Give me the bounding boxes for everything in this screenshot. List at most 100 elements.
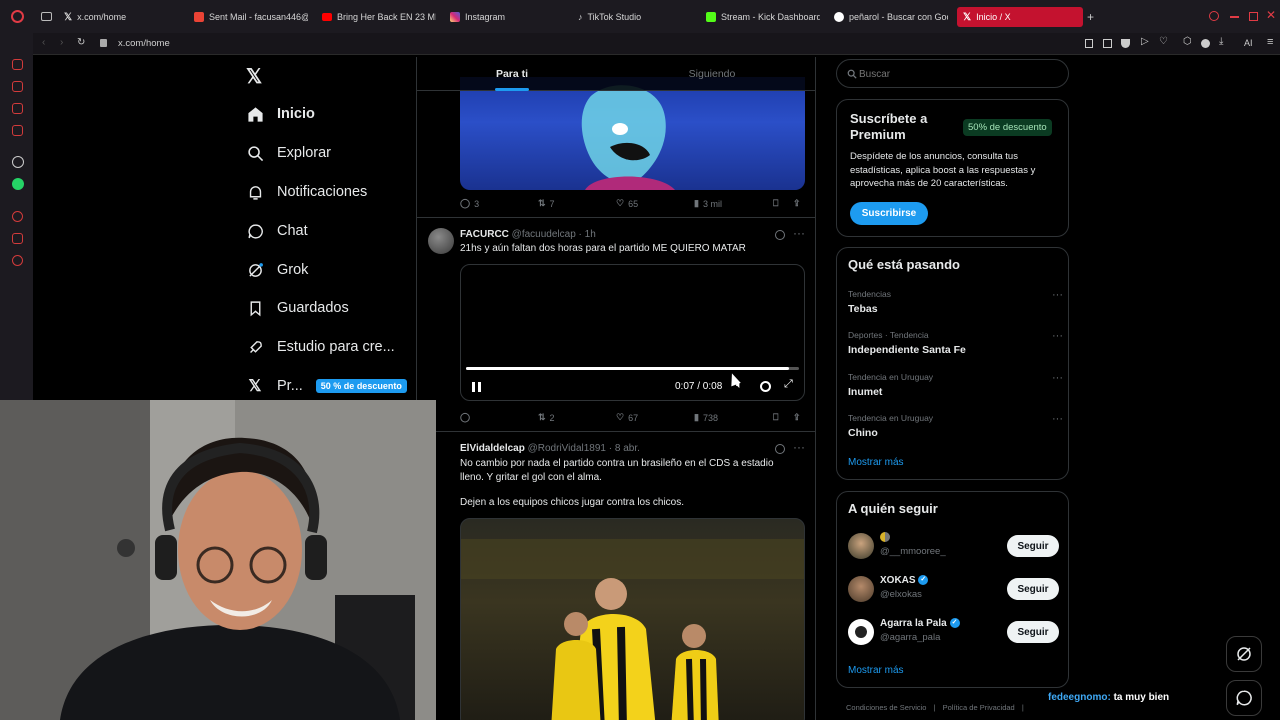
search-input[interactable]: [859, 66, 1059, 82]
pin-icon[interactable]: [1085, 39, 1093, 48]
share-button[interactable]: ⇪: [793, 198, 801, 209]
nav-premium[interactable]: 𝕏 Pr... 50 % de descuento: [246, 371, 407, 401]
share-button[interactable]: ⇪: [793, 412, 801, 423]
grok-explain-icon[interactable]: [775, 444, 785, 454]
nav-chat[interactable]: Chat: [246, 216, 308, 246]
bag-icon[interactable]: [12, 81, 23, 92]
play-icon[interactable]: ▷: [1141, 36, 1149, 47]
tab-tiktok[interactable]: ♪ TikTok Studio: [578, 7, 688, 27]
tab-instagram[interactable]: Instagram: [450, 7, 560, 27]
history-icon[interactable]: [12, 211, 23, 222]
follow-button[interactable]: Seguir: [1007, 621, 1059, 643]
bookmark-button[interactable]: ⎕: [773, 412, 778, 423]
more-options-icon[interactable]: ···: [793, 226, 805, 240]
post-media-image[interactable]: [460, 518, 805, 720]
more-options-icon[interactable]: ···: [1052, 330, 1063, 342]
nav-guardados[interactable]: Guardados: [246, 293, 349, 323]
show-more-link[interactable]: Mostrar más: [848, 457, 904, 468]
search-tabs-icon[interactable]: [1209, 11, 1219, 21]
subscribe-button[interactable]: Suscribirse: [850, 202, 928, 225]
avatar[interactable]: [848, 576, 874, 602]
tab-siguiendo[interactable]: Siguiendo: [617, 57, 807, 91]
author-name[interactable]: FACURCC: [460, 229, 509, 240]
tab-x-home[interactable]: 𝕏 x.com/home: [64, 7, 184, 27]
repost-button[interactable]: ⇅ 2: [538, 412, 555, 423]
settings-gear-icon[interactable]: [760, 381, 771, 392]
grok-explain-icon[interactable]: [775, 230, 785, 240]
nav-grok[interactable]: Grok: [246, 255, 308, 285]
post-time[interactable]: · 8 abr.: [609, 443, 640, 454]
follow-suggestion[interactable]: @__mmooree_ Seguir: [848, 530, 1063, 560]
more-options-icon[interactable]: ···: [793, 440, 805, 454]
post-media-image[interactable]: [460, 77, 805, 190]
privacy-link[interactable]: Política de Privacidad: [943, 703, 1015, 712]
chatgpt-icon[interactable]: [12, 156, 24, 168]
more-options-icon[interactable]: ···: [1052, 413, 1063, 425]
reply-button[interactable]: ◯: [460, 412, 474, 423]
terms-link[interactable]: Condiciones de Servicio: [846, 703, 926, 712]
heart-icon[interactable]: ♡: [1159, 36, 1168, 47]
follow-suggestion[interactable]: Agarra la Pala ✓ @agarra_pala Seguir: [848, 616, 1063, 646]
tab-kick[interactable]: Stream - Kick Dashboard: [706, 7, 820, 27]
video-progress-track[interactable]: [466, 367, 799, 370]
aria-icon[interactable]: [12, 59, 23, 70]
minimize-button[interactable]: [1230, 16, 1239, 18]
author-name[interactable]: ElVidaldelcap: [460, 443, 525, 454]
ai-button[interactable]: AI: [1244, 38, 1253, 48]
trend-item[interactable]: Deportes · Tendencia Independiente Santa…: [848, 330, 1063, 356]
x-logo-icon[interactable]: 𝕏: [246, 64, 262, 89]
nav-notificaciones[interactable]: Notificaciones: [246, 177, 367, 207]
author-handle[interactable]: @RodriVidal1891: [528, 443, 606, 454]
profile-icon[interactable]: [1201, 39, 1210, 48]
back-icon[interactable]: ‹: [42, 37, 45, 48]
avatar[interactable]: [848, 533, 874, 559]
whatsapp-icon[interactable]: [12, 178, 24, 190]
tab-google[interactable]: peñarol - Buscar con Goo: [834, 7, 948, 27]
more-options-icon[interactable]: ···: [1052, 289, 1063, 301]
reply-button[interactable]: ◯ 3: [460, 198, 479, 209]
search-box[interactable]: [836, 59, 1069, 88]
snapshot-icon[interactable]: [1103, 39, 1112, 48]
views-button[interactable]: ▮ 738: [694, 412, 718, 423]
repost-button[interactable]: ⇅ 7: [538, 198, 555, 209]
pause-icon[interactable]: [472, 382, 481, 392]
grok-floating-button[interactable]: [1226, 636, 1262, 672]
tab-para-ti[interactable]: Para ti: [417, 57, 607, 91]
nav-explorar[interactable]: Explorar: [246, 138, 331, 168]
close-window-button[interactable]: ✕: [1266, 8, 1276, 22]
fullscreen-icon[interactable]: ⤢: [784, 378, 793, 391]
settings-icon[interactable]: [12, 255, 23, 266]
menu-icon[interactable]: ≡: [1267, 36, 1273, 48]
url-field[interactable]: x.com/home: [118, 38, 170, 49]
forward-icon[interactable]: ›: [60, 37, 63, 48]
opera-logo-icon[interactable]: [11, 10, 24, 23]
trend-item[interactable]: Tendencias Tebas ···: [848, 289, 1063, 315]
show-more-link[interactable]: Mostrar más: [848, 665, 904, 676]
follow-suggestion[interactable]: XOKAS ✓ @elxokas Seguir: [848, 573, 1063, 603]
maximize-button[interactable]: [1249, 12, 1258, 21]
reload-icon[interactable]: ↻: [77, 37, 85, 48]
follow-button[interactable]: Seguir: [1007, 578, 1059, 600]
like-button[interactable]: ♡ 67: [616, 412, 638, 423]
download-icon[interactable]: ⤓: [1219, 36, 1223, 47]
calendar-icon[interactable]: [12, 125, 23, 136]
workspaces-icon[interactable]: [41, 12, 52, 21]
shield-icon[interactable]: [1121, 39, 1130, 48]
extensions-sidebar-icon[interactable]: [12, 233, 23, 244]
new-tab-button[interactable]: +: [1087, 10, 1094, 24]
trend-item[interactable]: Tendencia en Uruguay Chino ···: [848, 413, 1063, 439]
messages-floating-button[interactable]: [1226, 680, 1262, 716]
more-options-icon[interactable]: ···: [1052, 372, 1063, 384]
views-button[interactable]: ▮ 3 mil: [694, 198, 722, 209]
post-time[interactable]: · 1h: [579, 229, 596, 240]
avatar[interactable]: [428, 228, 454, 254]
trend-item[interactable]: Tendencia en Uruguay Inumet ···: [848, 372, 1063, 398]
tab-inicio-x[interactable]: 𝕏 Inicio / X: [957, 7, 1083, 27]
video-player[interactable]: 0:07 / 0:08 🔈︎ ⤢: [460, 264, 805, 401]
like-button[interactable]: ♡ 65: [616, 198, 638, 209]
author-handle[interactable]: @facuudelcap: [512, 229, 576, 240]
follow-button[interactable]: Seguir: [1007, 535, 1059, 557]
tab-gmail[interactable]: Sent Mail - facusan446@: [194, 7, 308, 27]
extensions-icon[interactable]: ⬡: [1183, 36, 1192, 47]
nav-inicio[interactable]: Inicio: [246, 99, 315, 129]
